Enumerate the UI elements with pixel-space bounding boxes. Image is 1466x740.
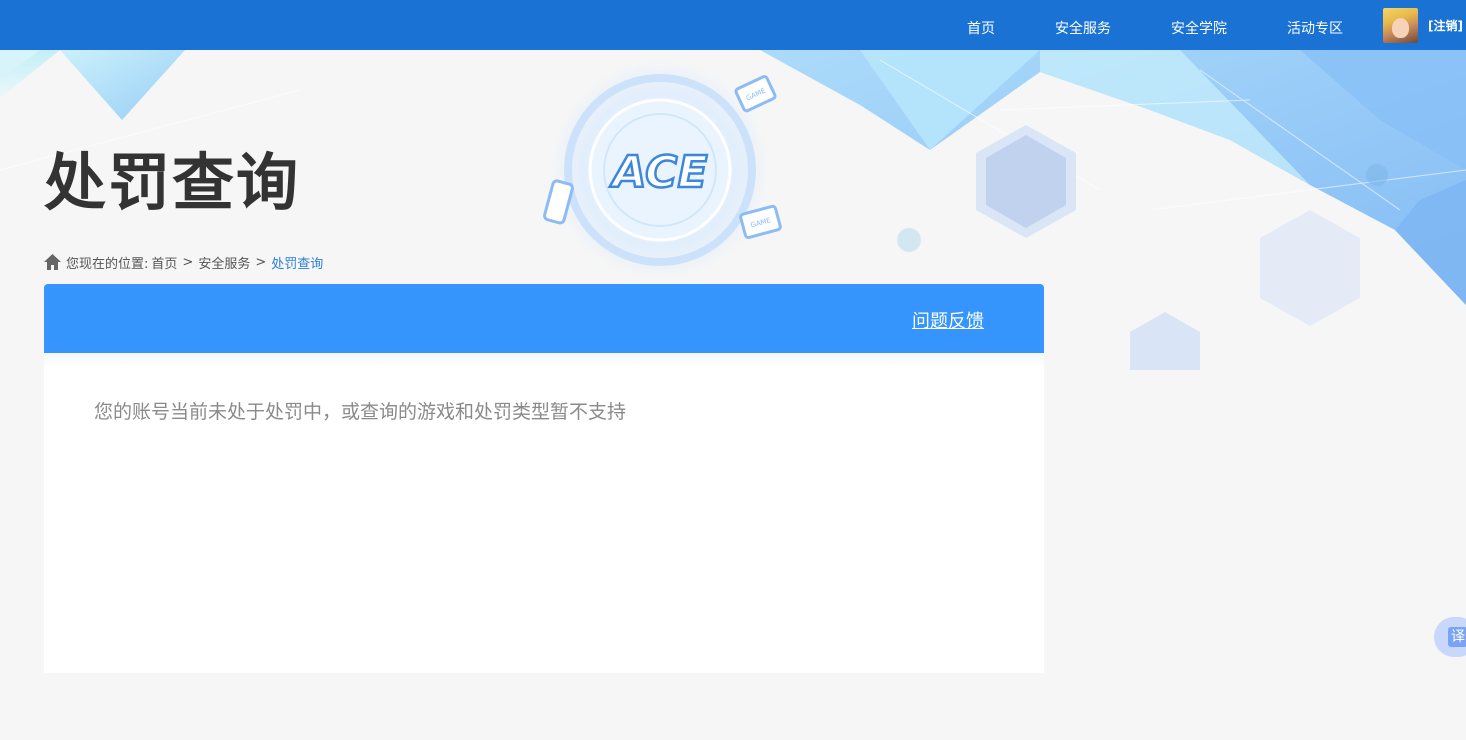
breadcrumb-security-service[interactable]: 安全服务 [198,253,250,272]
breadcrumb: 您现在的位置: 首页 > 安全服务 > 处罚查询 [44,252,323,272]
nav-item-activity-zone[interactable]: 活动专区 [1287,18,1343,38]
result-message: 您的账号当前未处于处罚中，或查询的游戏和处罚类型暂不支持 [94,401,627,423]
breadcrumb-prefix: 您现在的位置: [66,256,149,272]
breadcrumb-home[interactable]: 首页 [151,253,177,272]
top-navbar: 首页 安全服务 安全学院 活动专区 [注销] [0,0,1466,50]
nav-item-home[interactable]: 首页 [967,18,995,38]
breadcrumb-separator: > [255,254,267,270]
translate-button[interactable]: 译 [1434,617,1466,657]
breadcrumb-separator: > [182,254,194,270]
user-avatar[interactable] [1383,8,1418,43]
nav-item-security-service[interactable]: 安全服务 [1055,18,1111,38]
feedback-link[interactable]: 问题反馈 [912,307,984,333]
result-card-header: 问题反馈 [44,284,1044,353]
ace-logo: ACE [609,147,707,198]
breadcrumb-current: 处罚查询 [271,256,324,272]
logout-link[interactable]: [注销] [1428,17,1463,34]
translate-icon: 译 [1448,627,1466,647]
page-title: 处罚查询 [44,146,301,219]
nav-item-security-academy[interactable]: 安全学院 [1171,18,1227,38]
result-card-body: 您的账号当前未处于处罚中，或查询的游戏和处罚类型暂不支持 [44,353,1044,673]
home-icon [44,254,61,270]
